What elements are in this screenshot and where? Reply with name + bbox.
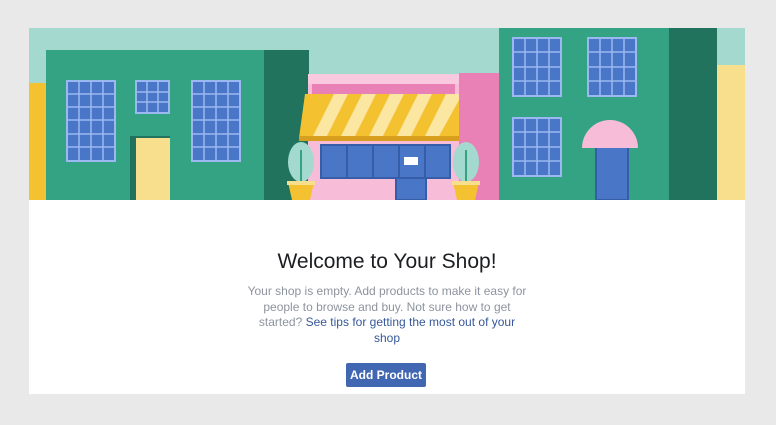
building-door — [136, 138, 170, 200]
shop-welcome-card: Welcome to Your Shop! Your shop is empty… — [29, 28, 745, 394]
plant-left — [287, 142, 315, 200]
building-window — [191, 80, 241, 162]
building-window — [512, 37, 562, 97]
shop-door — [395, 177, 427, 200]
shop-welcome-content: Welcome to Your Shop! Your shop is empty… — [29, 200, 745, 394]
shop-window — [320, 144, 451, 179]
building-window — [66, 80, 116, 162]
plant-right — [452, 142, 480, 200]
welcome-title: Welcome to Your Shop! — [277, 250, 497, 273]
storefront-illustration — [29, 28, 745, 200]
building-window — [135, 80, 170, 114]
building-window — [587, 37, 637, 97]
building-window — [512, 117, 562, 177]
welcome-description: Your shop is empty. Add products to make… — [247, 284, 527, 346]
tips-link[interactable]: See tips for getting the most out of you… — [306, 315, 515, 345]
shop-awning — [299, 94, 459, 141]
add-product-button[interactable]: Add Product — [346, 363, 426, 387]
